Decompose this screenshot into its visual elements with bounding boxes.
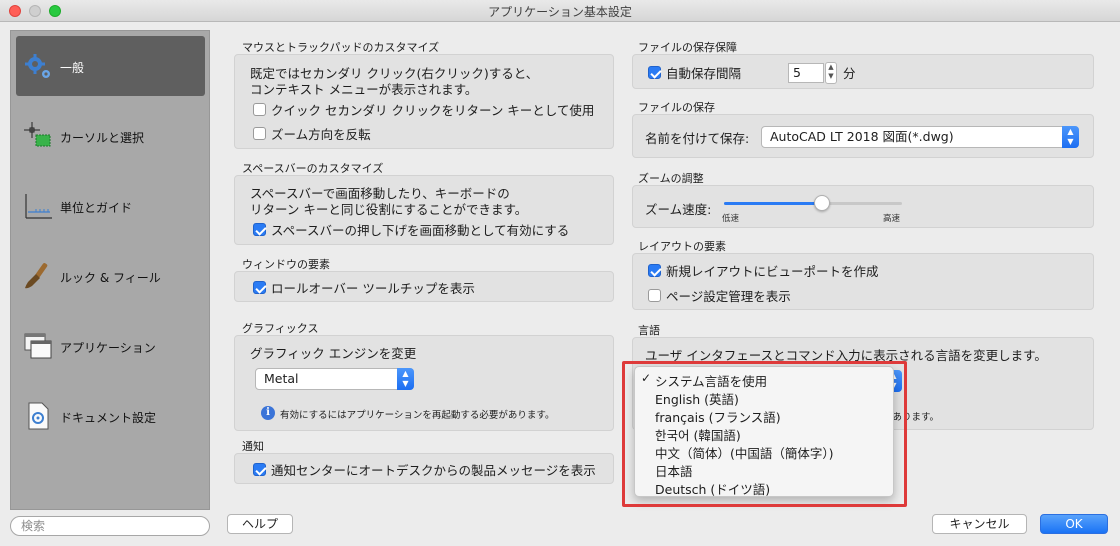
mouse-section-title: マウスとトラックパッドのカスタマイズ [242, 41, 440, 54]
autosave-interval-input[interactable]: 5 [788, 63, 824, 83]
save-as-format-value: AutoCAD LT 2018 図面(*.dwg) [770, 129, 954, 144]
quick-secondary-click-label: クイック セカンダリ クリックをリターン キーとして使用 [271, 103, 595, 118]
window-title: アプリケーション基本設定 [488, 5, 632, 19]
ruler-icon [25, 194, 52, 219]
autosave-interval-unit: 分 [843, 66, 856, 81]
search-input[interactable] [10, 516, 210, 536]
red-highlight-annotation [622, 361, 907, 507]
page-setup-manager-checkbox[interactable] [648, 289, 661, 302]
file-save-section-title: ファイルの保存 [638, 101, 715, 114]
save-as-format-select[interactable]: AutoCAD LT 2018 図面(*.dwg) ▲ ▼ [761, 126, 1079, 148]
window-elements-section-title: ウィンドウの要素 [242, 258, 330, 271]
save-as-label: 名前を付けて保存: [645, 131, 750, 146]
page-setup-manager-label: ページ設定管理を表示 [666, 289, 791, 304]
mouse-panel: 既定ではセカンダリ クリック(右クリック)すると、 コンテキスト メニューが表示… [234, 54, 614, 149]
graphics-engine-label: グラフィック エンジンを変更 [250, 346, 417, 361]
spacebar-pan-checkbox[interactable] [253, 223, 266, 236]
graphics-panel: グラフィック エンジンを変更 Metal ▲ ▼ i 有効にするにはアプリケーショ… [234, 335, 614, 431]
autosave-section-title: ファイルの保存保障 [638, 41, 737, 54]
chevron-updown-icon: ▲▼ [397, 368, 414, 390]
graphics-section-title: グラフィックス [242, 322, 319, 335]
sidebar-item-units-guides[interactable]: 単位とガイド [16, 176, 205, 236]
notification-section-title: 通知 [242, 440, 264, 453]
layout-panel: 新規レイアウトにビューポートを作成 ページ設定管理を表示 [632, 253, 1094, 310]
sidebar-item-label: アプリケーション [60, 341, 156, 355]
zoom-high-label: 高速 [883, 214, 901, 224]
windows-icon [24, 333, 52, 359]
cancel-button[interactable]: キャンセル [932, 514, 1027, 534]
sidebar-item-document-settings[interactable]: ドキュメント設定 [16, 386, 205, 446]
spacebar-panel: スペースバーで画面移動したり、キーボードの リターン キーと同じ役割にすることが… [234, 175, 614, 245]
sidebar-item-label: カーソルと選択 [60, 131, 145, 145]
notification-panel: 通知センターにオートデスクからの製品メッセージを表示 [234, 453, 614, 484]
zoom-slider-fill [724, 202, 822, 205]
reverse-zoom-checkbox[interactable] [253, 127, 266, 140]
cursor-selection-icon [24, 122, 51, 147]
spacebar-pan-label: スペースバーの押し下げを画面移動として有効にする [271, 223, 570, 238]
sidebar-item-look-feel[interactable]: ルック & フィール [16, 246, 205, 306]
info-icon: i [261, 406, 275, 420]
chevron-updown-icon: ▲▼ [1062, 126, 1079, 148]
sidebar-item-cursor-selection[interactable]: カーソルと選択 [16, 106, 205, 166]
zoom-slider-knob[interactable] [813, 195, 830, 211]
sidebar-item-label: ドキュメント設定 [60, 411, 157, 425]
zoom-low-label: 低速 [722, 214, 740, 224]
quick-secondary-click-checkbox[interactable] [253, 103, 266, 116]
autodesk-messages-checkbox[interactable] [253, 463, 266, 476]
zoom-speed-label: ズーム速度: [645, 202, 712, 217]
document-icon [28, 402, 49, 430]
help-button[interactable]: ヘルプ [227, 514, 293, 534]
language-section-title: 言語 [638, 324, 660, 337]
title-bar: アプリケーション基本設定 [0, 0, 1120, 22]
rollover-tooltip-label: ロールオーバー ツールチップを表示 [271, 281, 475, 296]
autodesk-messages-label: 通知センターにオートデスクからの製品メッセージを表示 [271, 463, 596, 478]
graphics-restart-note: 有効にするにはアプリケーションを再起動する必要があります。 [280, 410, 555, 421]
window-elements-panel: ロールオーバー ツールチップを表示 [234, 271, 614, 302]
spacebar-description-line-2: リターン キーと同じ役割にすることができます。 [250, 202, 528, 217]
sidebar-item-application[interactable]: アプリケーション [16, 316, 205, 376]
sidebar-item-label: 一般 [60, 61, 85, 75]
mouse-description-line-2: コンテキスト メニューが表示されます。 [250, 82, 478, 97]
sidebar-item-general[interactable]: 一般 [16, 36, 205, 96]
autosave-interval-stepper[interactable]: ▲ ▼ [825, 62, 837, 84]
zoom-panel: ズーム速度: 低速 高速 [632, 185, 1094, 228]
autosave-panel: 自動保存間隔 5 ▲ ▼ 分 [632, 54, 1094, 89]
rollover-tooltip-checkbox[interactable] [253, 281, 266, 294]
graphics-engine-select[interactable]: Metal ▲ ▼ [255, 368, 414, 390]
create-viewport-label: 新規レイアウトにビューポートを作成 [666, 264, 879, 279]
spacebar-section-title: スペースバーのカスタマイズ [242, 162, 384, 175]
paintbrush-icon [25, 263, 48, 289]
create-viewport-checkbox[interactable] [648, 264, 661, 277]
gear-icon [25, 54, 50, 78]
autosave-interval-checkbox[interactable] [648, 66, 661, 79]
sidebar-item-label: 単位とガイド [60, 201, 133, 215]
reverse-zoom-label: ズーム方向を反転 [271, 127, 371, 142]
autosave-interval-label: 自動保存間隔 [666, 66, 742, 81]
file-save-panel: 名前を付けて保存: AutoCAD LT 2018 図面(*.dwg) ▲ ▼ [632, 114, 1094, 158]
layout-section-title: レイアウトの要素 [638, 240, 726, 253]
ok-button[interactable]: OK [1040, 514, 1108, 534]
graphics-engine-value: Metal [264, 371, 299, 386]
sidebar-item-label: ルック & フィール [60, 271, 161, 285]
sidebar: 一般 カーソルと選択 単位とガイド ルック & フィール アプリケーション ドキ… [10, 30, 210, 510]
zoom-section-title: ズームの調整 [638, 172, 704, 185]
